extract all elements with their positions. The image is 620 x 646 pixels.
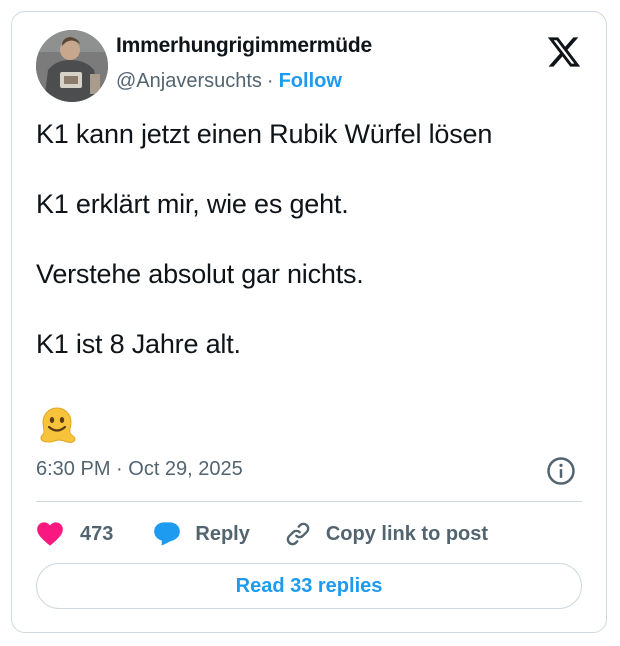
tweet-card: Immerhungrigimmermüde @Anjaversuchts · Fol… <box>11 11 607 633</box>
melting-face-emoji <box>40 407 76 443</box>
speech-bubble-icon <box>154 522 181 546</box>
link-icon <box>286 522 310 546</box>
reply-label: Reply <box>195 522 250 545</box>
follow-button[interactable]: Follow <box>279 70 342 92</box>
like-button[interactable]: 473 <box>36 521 113 547</box>
tweet-paragraph: K1 kann jetzt einen Rubik Würfel lösen <box>36 119 493 149</box>
tweet-paragraph: Verstehe absolut gar nichts. <box>36 259 364 289</box>
tweet-paragraph: K1 ist 8 Jahre alt. <box>36 329 241 359</box>
reply-button[interactable]: Reply <box>153 521 250 547</box>
x-logo-icon[interactable] <box>546 34 582 70</box>
read-replies-button[interactable]: Read 33 replies <box>36 563 582 609</box>
heart-icon <box>37 522 63 546</box>
like-count: 473 <box>80 522 114 545</box>
author-display-name[interactable]: Immerhungrigimmermüde <box>116 34 372 58</box>
avatar-image <box>36 30 108 102</box>
info-icon[interactable] <box>546 456 576 486</box>
tweet-timestamp[interactable]: 6:30 PM · Oct 29, 2025 <box>36 458 243 481</box>
action-bar: 473 Reply Copy link to post <box>36 516 488 552</box>
tweet-text: K1 kann jetzt einen Rubik Würfel lösen K… <box>36 116 576 362</box>
author-handle-line: @Anjaversuchts · Follow <box>116 70 342 93</box>
separator: · <box>266 70 274 92</box>
divider <box>36 501 582 502</box>
tweet-paragraph: K1 erklärt mir, wie es geht. <box>36 189 349 219</box>
copy-link-label: Copy link to post <box>325 522 489 545</box>
copy-link-button[interactable]: Copy link to post <box>284 520 488 548</box>
author-handle[interactable]: @Anjaversuchts <box>116 70 262 92</box>
avatar[interactable] <box>36 30 108 102</box>
